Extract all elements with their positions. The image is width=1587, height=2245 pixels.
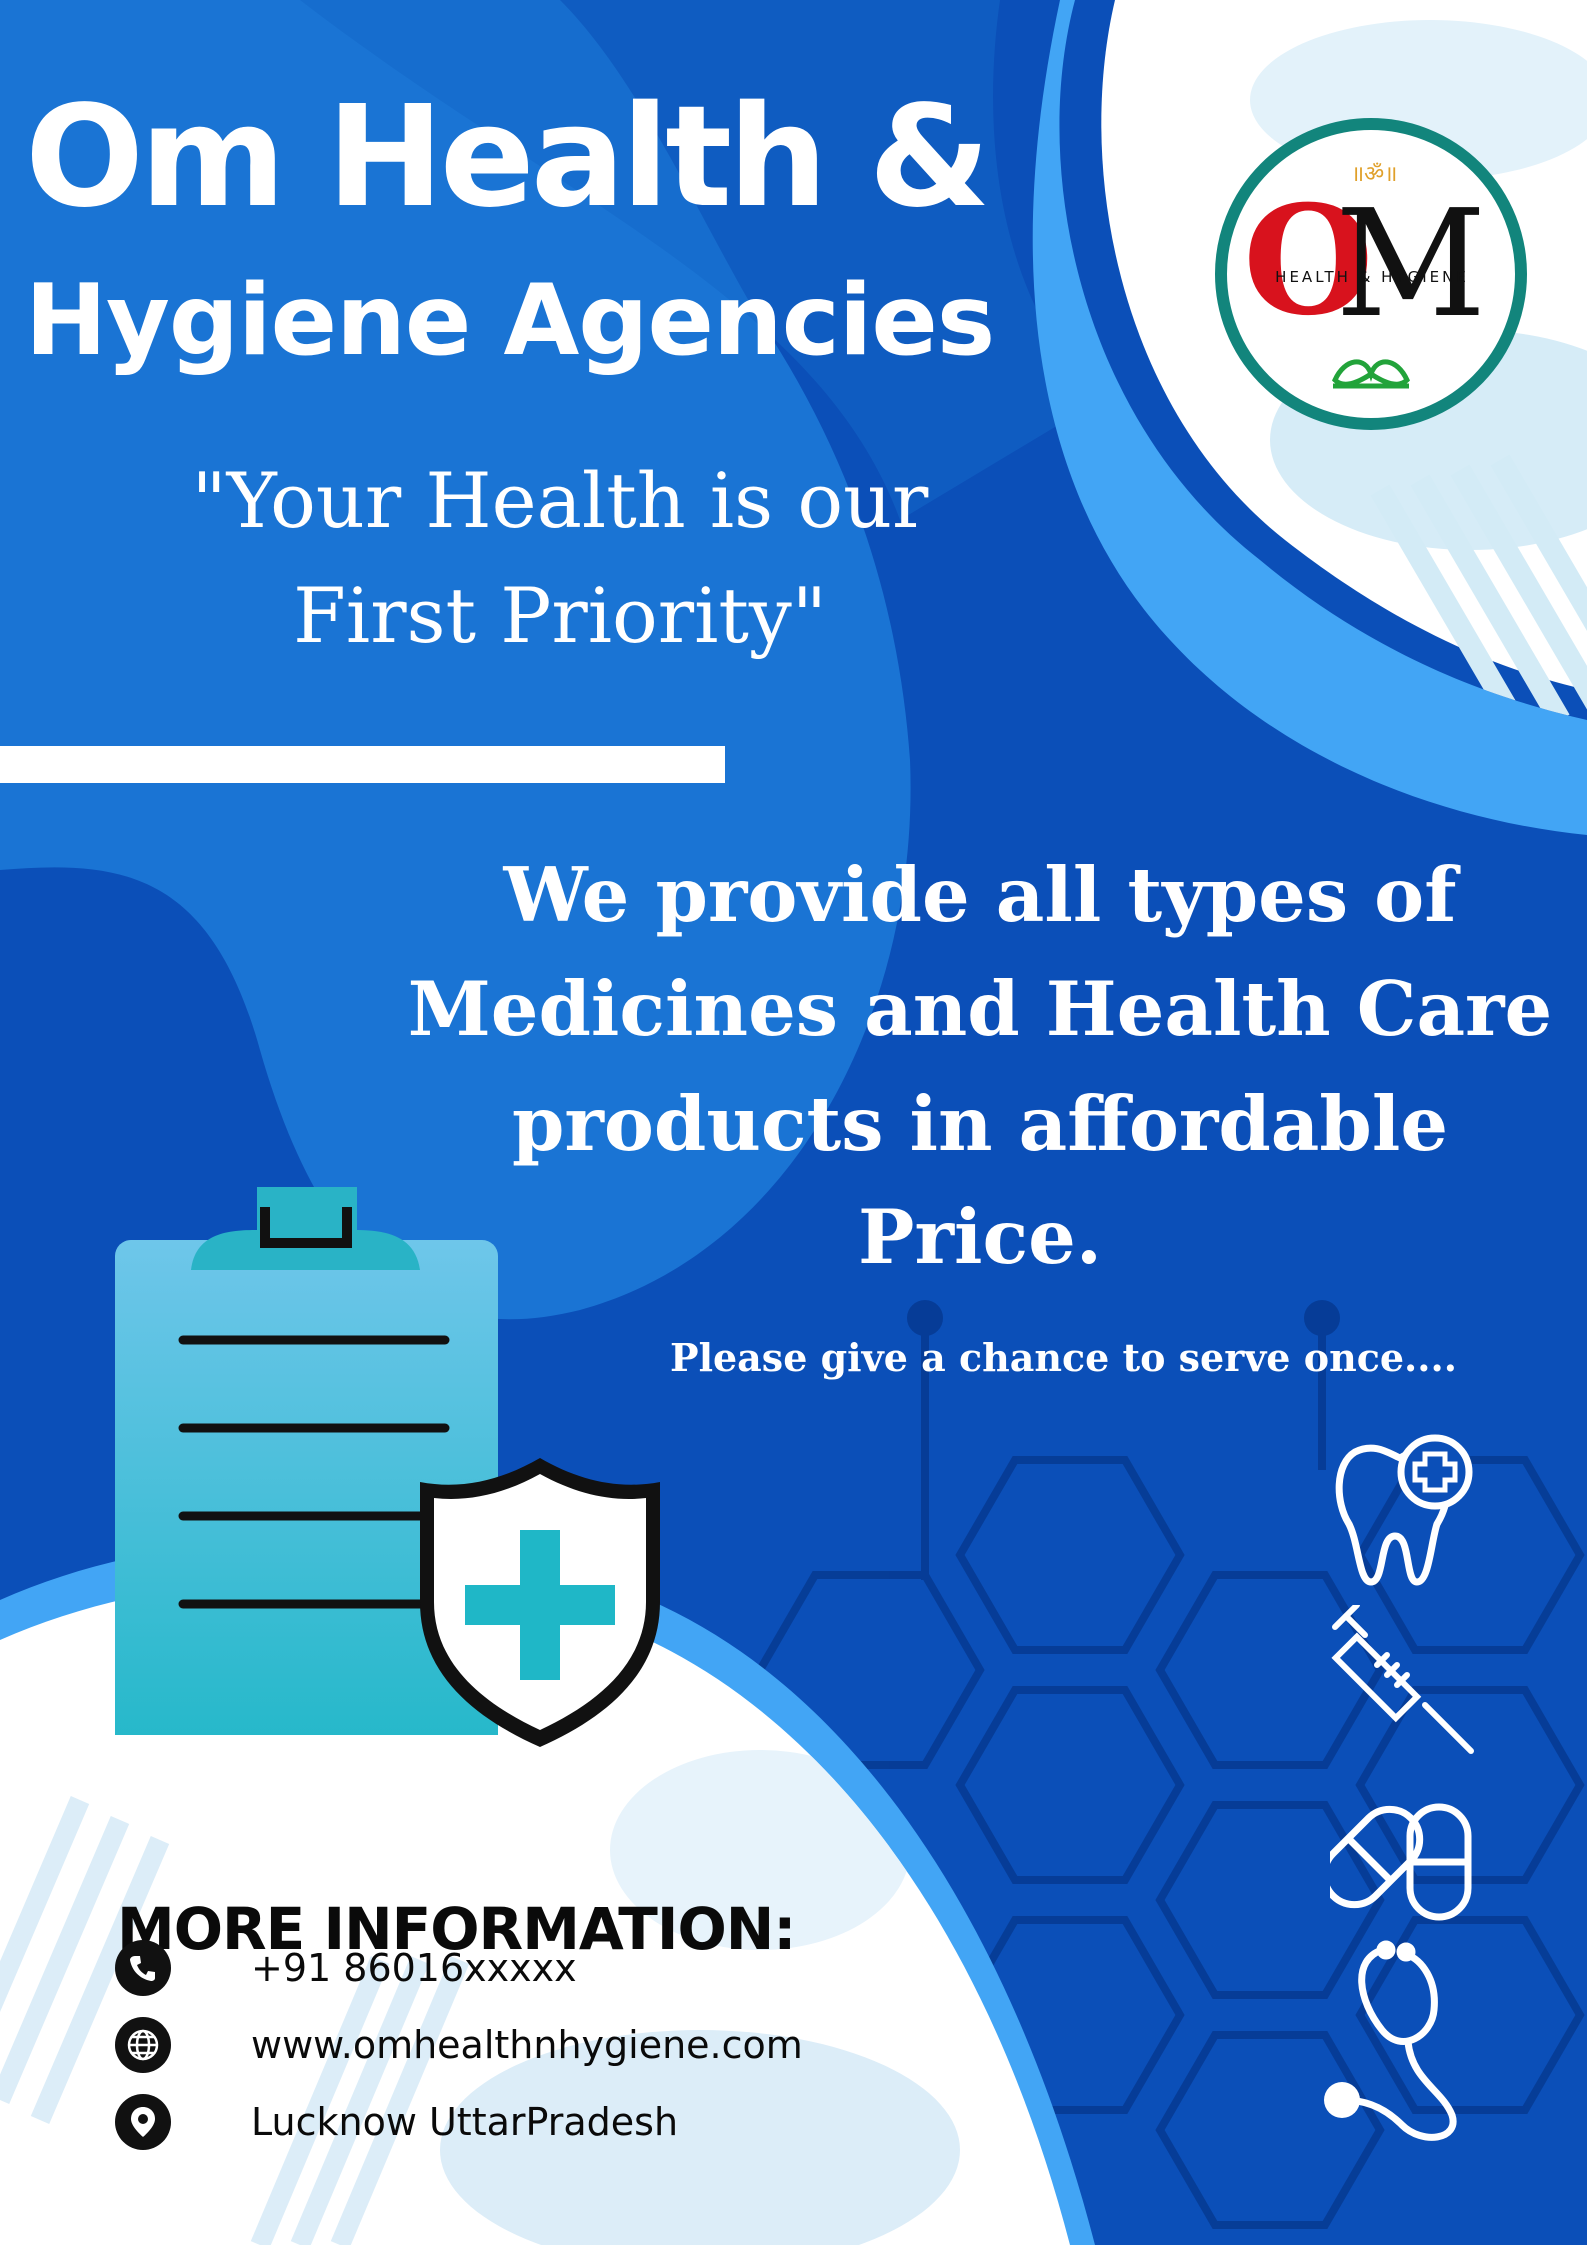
stethoscope-icon — [1324, 1940, 1457, 2141]
logo-subtitle: HEALTH & HYGIENE — [1275, 268, 1469, 286]
pills-icon — [1330, 1803, 1472, 1921]
logo-letter-m: M — [1335, 178, 1487, 350]
claim-line-2: Medicines and Health Care — [407, 965, 1553, 1053]
location-pin-icon — [115, 2094, 171, 2150]
call-to-action: Please give a chance to serve once.... — [670, 1335, 1457, 1380]
phone-icon — [115, 1940, 171, 1996]
shield-plus-icon — [420, 1458, 660, 1747]
tooth-plus-icon — [1335, 1434, 1473, 1586]
title-line-2: Hygiene Agencies — [25, 264, 995, 378]
claim-line-3: products in affordable — [511, 1080, 1449, 1168]
website-row: www.omhealthnhygiene.com — [115, 2015, 803, 2075]
phone-row: +91 86016xxxxx — [115, 1938, 577, 1998]
syringe-icon — [1331, 1605, 1474, 1754]
tagline-line-2: First Priority" — [293, 571, 827, 660]
phone-number[interactable]: +91 86016xxxxx — [251, 1946, 577, 1990]
claim-line-1: We provide all types of — [503, 851, 1457, 939]
tagline-line-1: "Your Health is our — [191, 456, 929, 545]
location-text: Lucknow UttarPradesh — [251, 2100, 679, 2144]
claim-line-4: Price. — [858, 1193, 1102, 1281]
location-row: Lucknow UttarPradesh — [115, 2092, 678, 2152]
title-line-1: Om Health & — [25, 76, 991, 239]
website-link[interactable]: www.omhealthnhygiene.com — [251, 2023, 803, 2067]
divider-bar — [0, 746, 725, 783]
om-logo: ॥ॐ॥ O M HEALTH & HYGIENE — [1215, 118, 1527, 430]
globe-icon — [115, 2017, 171, 2073]
poster: Om Health & Hygiene Agencies "Your Healt… — [0, 0, 1587, 2245]
